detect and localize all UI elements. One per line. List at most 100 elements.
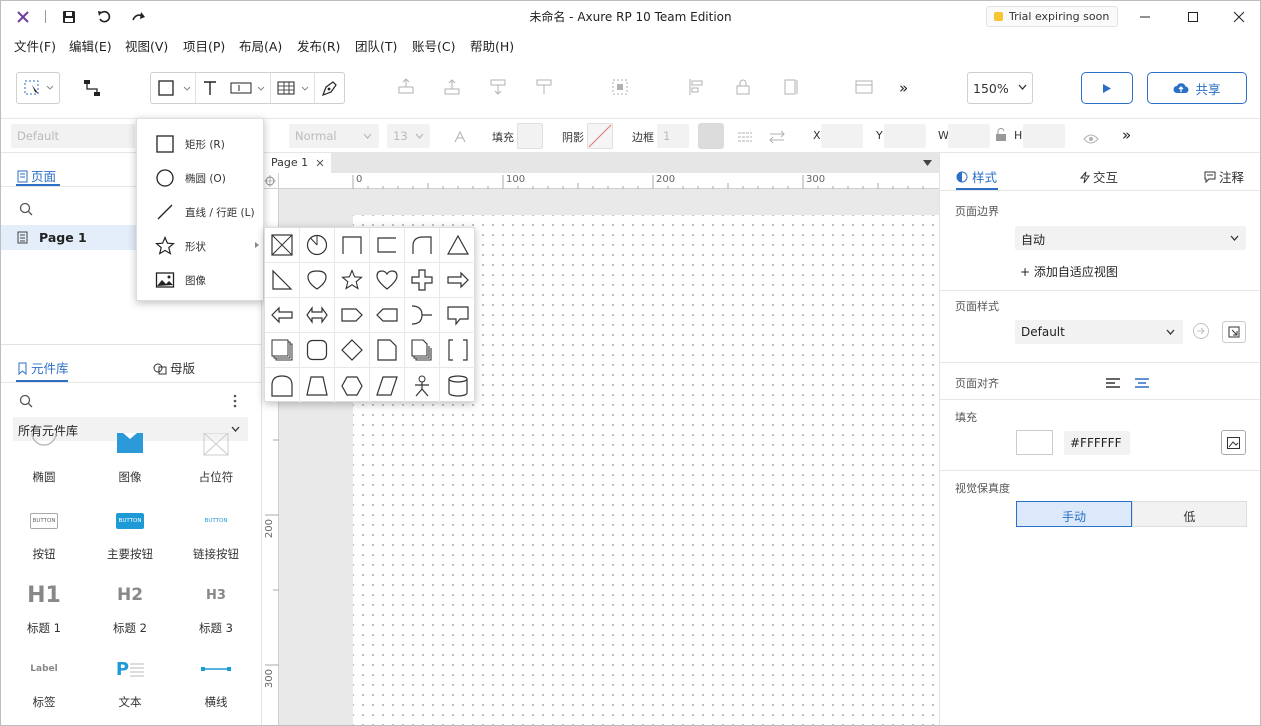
border-width-input[interactable]: 1	[657, 124, 689, 148]
shape-bracket-left-icon[interactable]	[370, 228, 405, 263]
x-input[interactable]	[821, 124, 863, 148]
shape-cross-icon[interactable]	[405, 263, 440, 298]
menu-layout[interactable]: 布局(A)	[239, 36, 282, 55]
shape-pentagon-tag-icon[interactable]	[335, 298, 370, 333]
maximize-icon[interactable]	[1170, 1, 1216, 32]
connector-tool-icon[interactable]	[78, 74, 106, 102]
menu-item-rectangle[interactable]: 矩形 (R)	[137, 126, 263, 160]
fill-image-icon[interactable]	[1221, 430, 1246, 455]
fidelity-manual-button[interactable]: 手动	[1016, 501, 1132, 527]
menu-account[interactable]: 账号(C)	[412, 36, 455, 55]
tab-interactions[interactable]: 交互	[1079, 167, 1118, 186]
shape-trapezoid-icon[interactable]	[300, 368, 335, 403]
menu-publish[interactable]: 发布(R)	[297, 36, 340, 55]
shape-arrow-double-icon[interactable]	[300, 298, 335, 333]
shadow-swatch[interactable]	[587, 123, 613, 149]
shape-drop-icon[interactable]	[300, 263, 335, 298]
visibility-icon[interactable]	[1083, 130, 1099, 149]
y-input[interactable]	[884, 124, 926, 148]
minimize-icon[interactable]	[1122, 1, 1168, 32]
lock-icon[interactable]	[733, 77, 753, 101]
search-icon[interactable]	[19, 201, 33, 220]
lock-ratio-icon[interactable]	[995, 127, 1007, 146]
shape-arrow-left-icon[interactable]	[265, 298, 300, 333]
shape-arch-icon[interactable]	[265, 368, 300, 403]
table-tool-icon[interactable]	[271, 73, 315, 103]
font-family-select[interactable]: Default	[11, 124, 135, 148]
toolbar-more-icon[interactable]: »	[899, 79, 908, 97]
text-color-icon[interactable]	[453, 129, 467, 148]
shape-brackets-icon[interactable]	[440, 333, 475, 368]
shape-tag-left-icon[interactable]	[370, 298, 405, 333]
align-icon[interactable]	[687, 77, 707, 101]
shape-bracket-top-icon[interactable]	[335, 228, 370, 263]
fidelity-low-button[interactable]: 低	[1132, 501, 1247, 527]
shape-actor-icon[interactable]	[405, 368, 440, 403]
menu-item-image[interactable]: 图像	[137, 262, 263, 296]
shape-arc-corner-icon[interactable]	[405, 228, 440, 263]
line-style-icon[interactable]	[737, 129, 753, 148]
fill-color-swatch[interactable]	[1016, 430, 1053, 455]
menu-item-ellipse[interactable]: 椭圆 (O)	[137, 160, 263, 194]
distribute-icon[interactable]	[780, 77, 800, 101]
apply-style-icon[interactable]	[1192, 322, 1210, 344]
fill-hex-input[interactable]: #FFFFFF	[1064, 431, 1130, 455]
font-size-select[interactable]: 13	[387, 124, 430, 148]
shape-star-icon[interactable]	[335, 263, 370, 298]
shape-triangle-icon[interactable]	[440, 228, 475, 263]
tab-masters[interactable]: 母版	[153, 358, 195, 377]
menu-view[interactable]: 视图(V)	[125, 36, 168, 55]
select-tool-icon[interactable]	[17, 73, 59, 103]
kebab-menu-icon[interactable]	[233, 393, 237, 412]
shape-rounded-rect-icon[interactable]	[300, 333, 335, 368]
menu-team[interactable]: 团队(T)	[355, 36, 397, 55]
tab-style[interactable]: 样式	[956, 167, 997, 186]
shape-brace-icon[interactable]	[405, 298, 440, 333]
width-input[interactable]	[948, 124, 990, 148]
input-tool-icon[interactable]	[224, 73, 271, 103]
border-color-swatch[interactable]	[698, 123, 724, 149]
menu-project[interactable]: 项目(P)	[183, 36, 225, 55]
align-left-icon[interactable]	[1106, 374, 1120, 393]
style-manager-icon[interactable]	[1222, 321, 1246, 343]
shape-right-triangle-icon[interactable]	[265, 263, 300, 298]
menu-edit[interactable]: 编辑(E)	[69, 36, 112, 55]
shape-database-icon[interactable]	[440, 368, 475, 403]
text-tool-icon[interactable]	[196, 73, 224, 103]
tab-page-1[interactable]: Page 1	[263, 153, 331, 173]
shape-arrow-right-icon[interactable]	[440, 263, 475, 298]
shape-box-x-icon[interactable]	[265, 228, 300, 263]
shape-pie-icon[interactable]	[300, 228, 335, 263]
ruler-corner[interactable]	[263, 173, 279, 189]
bring-forward-icon[interactable]	[442, 77, 462, 101]
shape-callout-icon[interactable]	[440, 298, 475, 333]
bring-front-icon[interactable]	[396, 77, 416, 101]
trial-badge[interactable]: Trial expiring soon	[986, 6, 1119, 27]
preview-button[interactable]	[1081, 72, 1133, 104]
send-back-icon[interactable]	[534, 77, 554, 101]
close-icon[interactable]	[1216, 1, 1260, 32]
menu-item-line[interactable]: 直线 / 行距 (L)	[137, 194, 263, 228]
tab-notes[interactable]: 注释	[1204, 167, 1244, 186]
group-icon[interactable]	[610, 77, 630, 101]
tab-libraries[interactable]: 元件库	[17, 358, 69, 377]
font-weight-select[interactable]: Normal	[289, 124, 379, 148]
page-bounds-select[interactable]: 自动	[1015, 226, 1246, 250]
send-backward-icon[interactable]	[488, 77, 508, 101]
stylebar-more-icon[interactable]: »	[1122, 126, 1131, 144]
rectangle-tool-icon[interactable]	[151, 73, 196, 103]
page-style-select[interactable]: Default	[1015, 320, 1183, 344]
select-mode-group[interactable]	[16, 72, 60, 104]
shape-document-icon[interactable]	[370, 333, 405, 368]
pen-tool-icon[interactable]	[315, 73, 344, 103]
share-button[interactable]: 共享	[1147, 72, 1247, 104]
height-input[interactable]	[1023, 124, 1065, 148]
shape-parallelogram-icon[interactable]	[370, 368, 405, 403]
align-center-icon[interactable]	[1135, 374, 1149, 393]
menu-file[interactable]: 文件(F)	[14, 36, 56, 55]
shape-hexagon-icon[interactable]	[335, 368, 370, 403]
arrow-style-icon[interactable]	[769, 129, 785, 148]
master-icon[interactable]	[854, 77, 874, 101]
shape-documents-icon[interactable]	[405, 333, 440, 368]
library-search-icon[interactable]	[19, 393, 33, 412]
